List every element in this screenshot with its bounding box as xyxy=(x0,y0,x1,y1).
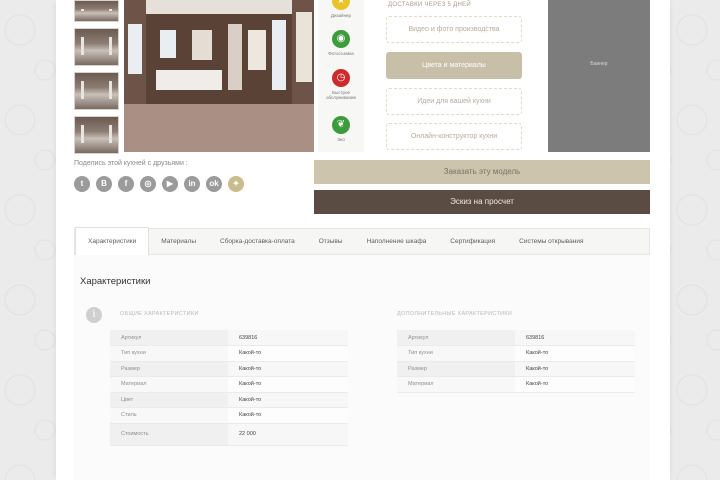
instagram-icon[interactable]: ◎ xyxy=(140,176,156,192)
table-row: Цвет Какой-то xyxy=(110,392,348,408)
tab-reviews[interactable]: Отзывы xyxy=(307,228,355,255)
tab-wardrobe-filling[interactable]: Наполнение шкафа xyxy=(355,228,439,255)
general-spec-table: Артикул 639816 Тип кухни Какой-то Размер Ка… xyxy=(110,330,348,446)
thumbnail-2[interactable] xyxy=(74,28,119,66)
table-row: Материал Какой-то xyxy=(397,376,635,393)
star-icon: ★ xyxy=(332,0,350,10)
sketch-estimate-button[interactable]: Эскиз на просчет xyxy=(314,190,650,214)
table-row: Артикул 639816 xyxy=(397,330,635,346)
additional-group-title: ДОПОЛНИТЕЛЬНЫЕ ХАРАКТЕРИСТИКИ xyxy=(397,311,513,317)
feature-eco[interactable]: ❦ Эко xyxy=(318,116,364,142)
twitter-icon[interactable]: t xyxy=(74,176,90,192)
camera-icon: ◉ xyxy=(332,30,350,48)
colors-materials-button[interactable]: Цвета и материалы xyxy=(386,52,522,79)
clock-icon: ◷ xyxy=(332,69,350,87)
feature-fast-service[interactable]: ◷ Быстрое обслуживание xyxy=(318,69,364,100)
info-icon: i xyxy=(86,307,102,323)
banner-placeholder[interactable]: Баннер xyxy=(548,0,650,152)
product-page: ★ Дизайнер ◉ Фотосъемка ◷ Быстрое обслуж… xyxy=(56,0,670,480)
feature-icons: ★ Дизайнер ◉ Фотосъемка ◷ Быстрое обслуж… xyxy=(318,0,364,152)
table-row: Размер Какой-то xyxy=(397,361,635,377)
table-row: Тип кухни Какой-то xyxy=(110,345,348,362)
delivery-note: ДОСТАВКИ ЧЕРЕЗ 5 ДНЕЙ xyxy=(388,2,471,8)
table-row: Артикул 639816 xyxy=(110,330,348,346)
table-row: Стиль Какой-то xyxy=(110,407,348,424)
bird-icon[interactable]: ✦ xyxy=(228,176,244,192)
table-row: Стоимость 22 000 xyxy=(110,423,348,446)
tab-certification[interactable]: Сертификация xyxy=(438,228,507,255)
table-row: Размер Какой-то xyxy=(110,361,348,377)
tab-materials[interactable]: Материалы xyxy=(149,228,208,255)
odnoklassniki-icon[interactable]: ok xyxy=(206,176,222,192)
thumbnail-strip xyxy=(74,0,119,160)
kitchen-ideas-button[interactable]: Идеи для вашей кухни xyxy=(386,88,522,115)
leaf-icon: ❦ xyxy=(332,116,350,134)
section-title: Характеристики xyxy=(80,276,151,287)
social-share-row: t B f ◎ ▶ in ok ✦ xyxy=(74,176,244,192)
table-row: Тип кухни Какой-то xyxy=(397,345,635,362)
tab-assembly-delivery-payment[interactable]: Сборка-доставка-оплата xyxy=(208,228,307,255)
facebook-icon[interactable]: f xyxy=(118,176,134,192)
feature-designer[interactable]: ★ Дизайнер xyxy=(318,0,364,18)
online-constructor-button[interactable]: Онлайн-конструктор кухни xyxy=(386,123,522,150)
thumbnail-3[interactable] xyxy=(74,72,119,110)
video-photo-button[interactable]: Видео и фото производства xyxy=(386,16,522,43)
general-group-title: ОБЩИЕ ХАРАКТЕРИСТИКИ xyxy=(120,311,199,317)
feature-photo[interactable]: ◉ Фотосъемка xyxy=(318,30,364,56)
characteristics-panel: Характеристики i ОБЩИЕ ХАРАКТЕРИСТИКИ Ар… xyxy=(74,255,650,480)
thumbnail-1[interactable] xyxy=(74,0,119,22)
tab-opening-systems[interactable]: Системы открывания xyxy=(507,228,595,255)
thumbnail-4[interactable] xyxy=(74,116,119,154)
tab-bar: Характеристики Материалы Сборка-доставка… xyxy=(74,226,650,256)
additional-spec-table: Артикул 639816 Тип кухни Какой-то Размер Ка… xyxy=(397,330,635,393)
order-model-button[interactable]: Заказать эту модель xyxy=(314,160,650,184)
linkedin-icon[interactable]: in xyxy=(184,176,200,192)
share-label: Поделись этой кухней с друзьями : xyxy=(74,160,188,167)
table-row: Материал Какой-то xyxy=(110,376,348,393)
youtube-icon[interactable]: ▶ xyxy=(162,176,178,192)
main-product-image[interactable] xyxy=(124,0,314,152)
tab-characteristics[interactable]: Характеристики xyxy=(75,226,150,256)
vk-icon[interactable]: B xyxy=(96,176,112,192)
